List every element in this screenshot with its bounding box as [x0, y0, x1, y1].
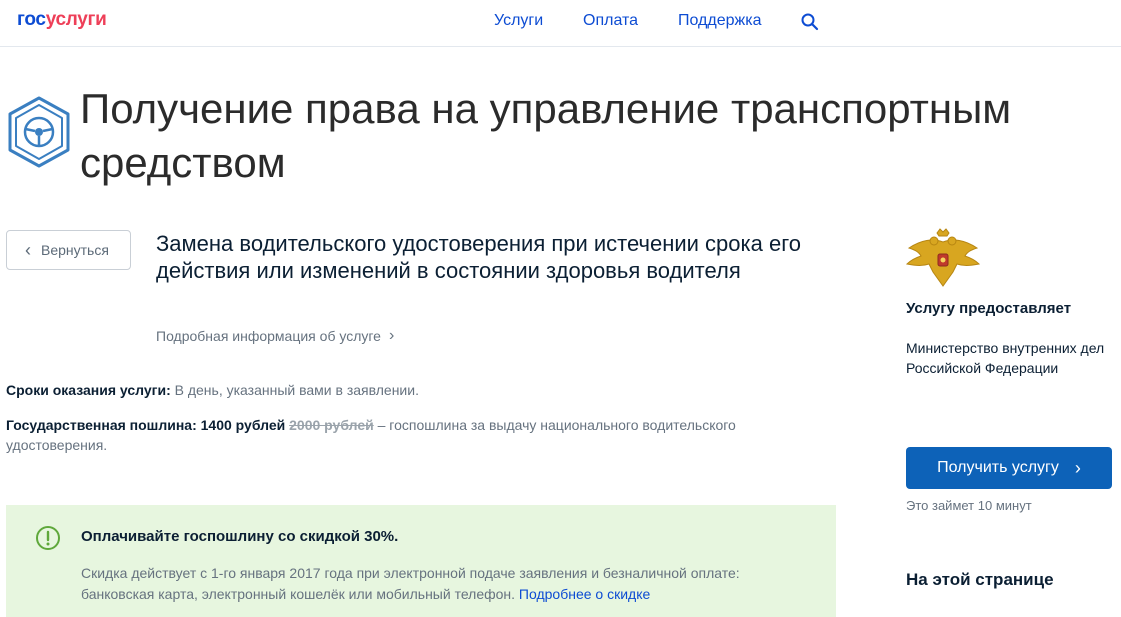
service-details-label: Подробная информация об услуге: [156, 328, 381, 344]
provider-name-line1: Министерство внутренних дел: [906, 340, 1105, 356]
service-terms: Сроки оказания услуги: В день, указанный…: [6, 380, 806, 400]
discount-title: Оплачивайте госпошлину со скидкой 30%.: [81, 528, 399, 545]
double-headed-eagle-emblem: [905, 228, 981, 287]
nav-payment[interactable]: Оплата: [583, 12, 638, 30]
provider-label: Услугу предоставляет: [906, 300, 1072, 317]
back-button-label: Вернуться: [41, 242, 109, 258]
back-button[interactable]: ‹ Вернуться: [6, 230, 131, 270]
logo-part-gos: гос: [17, 9, 46, 30]
logo-part-uslugi: услуги: [45, 9, 107, 30]
gosuslugi-logo[interactable]: госуслуги: [17, 9, 107, 31]
search-icon[interactable]: [800, 12, 820, 32]
terms-label: Сроки оказания услуги:: [6, 382, 171, 398]
service-title: Замена водительского удостоверения при и…: [156, 231, 801, 283]
page-title: Получение права на управление транспортн…: [80, 85, 1012, 186]
on-this-page-heading: На этой странице: [906, 570, 1054, 589]
nav-services[interactable]: Услуги: [494, 12, 543, 30]
state-fee: Государственная пошлина: 1400 рублей 200…: [6, 415, 806, 455]
get-service-button[interactable]: Получить услугу ›: [906, 447, 1112, 489]
get-service-label: Получить услугу: [937, 459, 1059, 476]
terms-value: В день, указанный вами в заявлении.: [174, 382, 419, 398]
top-header: госуслуги Услуги Оплата Поддержка: [0, 0, 1121, 47]
duration-note: Это займет 10 минут: [906, 498, 1032, 513]
chevron-left-icon: ‹: [25, 240, 31, 260]
fee-old-price: 2000 рублей: [289, 417, 374, 433]
chevron-right-icon: ›: [1074, 457, 1081, 478]
discount-details-link[interactable]: Подробнее о скидке: [519, 586, 650, 602]
fee-label: Государственная пошлина:: [6, 417, 197, 433]
discount-text: Скидка действует с 1-го января 2017 года…: [81, 563, 811, 605]
nav-support[interactable]: Поддержка: [678, 12, 761, 30]
exclamation-circle-icon: [36, 526, 60, 550]
provider-name: Министерство внутренних дел Российской Ф…: [906, 338, 1121, 378]
fee-new-price: 1400 рублей: [200, 417, 286, 433]
provider-name-line2: Российской Федерации: [906, 360, 1059, 376]
discount-banner: Оплачивайте госпошлину со скидкой 30%. С…: [6, 505, 836, 617]
service-details-link[interactable]: Подробная информация об услуге ›: [156, 327, 394, 345]
steering-wheel-icon: [8, 96, 70, 168]
chevron-right-icon: ›: [388, 327, 395, 344]
